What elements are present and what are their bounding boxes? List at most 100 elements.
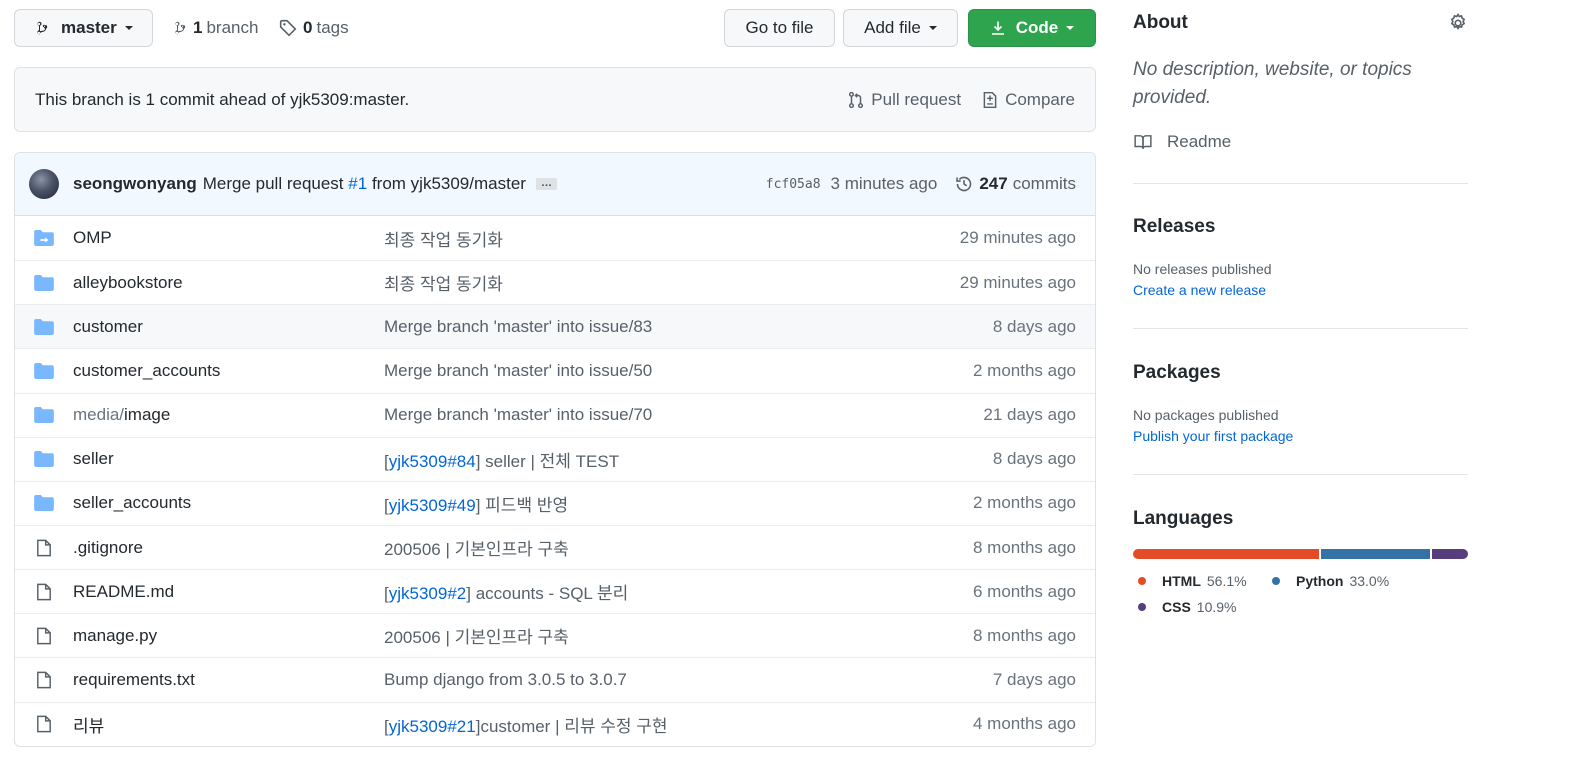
file-name-link[interactable]: alleybookstore: [73, 273, 384, 293]
commit-pr-link[interactable]: #1: [348, 174, 367, 193]
commit-age: 29 minutes ago: [959, 228, 1076, 248]
file-name: requirements.txt: [73, 669, 195, 689]
commit-message-link[interactable]: [yjk5309#49] 피드백 반영: [384, 491, 973, 516]
file-name: image: [124, 405, 171, 425]
readme-link[interactable]: Readme: [1133, 132, 1231, 152]
commit-message-link[interactable]: [yjk5309#2] accounts - SQL 분리: [384, 579, 973, 604]
tags-link[interactable]: 0 tags: [279, 18, 349, 38]
row-icon: [34, 627, 54, 645]
file-name-link[interactable]: seller_accounts: [73, 493, 384, 513]
row-icon: [34, 495, 54, 512]
file-name: .gitignore: [73, 537, 143, 557]
code-button[interactable]: Code: [968, 9, 1096, 47]
file-name: alleybookstore: [73, 272, 183, 292]
row-icon: [34, 451, 54, 468]
file-name-link[interactable]: README.md: [73, 582, 384, 602]
file-name-link[interactable]: media/image: [73, 405, 384, 425]
packages-title[interactable]: Packages: [1133, 362, 1221, 384]
commit-message-link[interactable]: [yjk5309#84] seller | 전체 TEST: [384, 447, 993, 472]
language-item[interactable]: HTML 56.1%: [1138, 573, 1247, 589]
table-row[interactable]: .gitignore 200506 | 기본인프라 구축 8 months ago: [15, 524, 1095, 569]
latest-commit-bar: seongwonyang Merge pull request #1 from …: [15, 153, 1095, 216]
commit-message-text: seller | 전체 TEST: [480, 451, 620, 471]
table-row[interactable]: media/image Merge branch 'master' into is…: [15, 392, 1095, 437]
row-icon: [34, 715, 54, 733]
row-icon: [34, 583, 54, 601]
table-row[interactable]: README.md [yjk5309#2] accounts - SQL 분리 6 …: [15, 569, 1095, 613]
file-name-link[interactable]: requirements.txt: [73, 670, 384, 690]
gear-icon[interactable]: [1448, 13, 1468, 33]
file-name-link[interactable]: customer_accounts: [73, 361, 384, 381]
commit-message-link[interactable]: 최종 작업 동기화: [384, 270, 960, 295]
caret-down-icon: [124, 26, 133, 30]
table-row[interactable]: alleybookstore 최종 작업 동기화 29 minutes ago: [15, 260, 1095, 304]
compare-link[interactable]: Compare: [981, 90, 1075, 110]
commit-message-link[interactable]: Bump django from 3.0.5 to 3.0.7: [384, 670, 993, 690]
commits-history-link[interactable]: 247 commits: [955, 174, 1076, 194]
table-row[interactable]: requirements.txt Bump django from 3.0.5 t…: [15, 657, 1095, 701]
commit-age: 21 days ago: [983, 405, 1076, 425]
table-row[interactable]: customer Merge branch 'master' into issue…: [15, 304, 1095, 349]
table-row[interactable]: customer_accounts Merge branch 'master' i…: [15, 348, 1095, 392]
pull-request-label: Pull request: [871, 89, 962, 109]
commits-count: 247: [979, 174, 1008, 193]
language-bar-segment[interactable]: [1431, 549, 1468, 559]
issue-link[interactable]: yjk5309#21: [389, 717, 476, 736]
table-row[interactable]: 리뷰 [yjk5309#21]customer | 리뷰 수정 구현 4 month…: [15, 701, 1095, 746]
branches-label: branch: [206, 18, 259, 37]
file-name-link[interactable]: .gitignore: [73, 538, 384, 558]
commit-message-link[interactable]: 최종 작업 동기화: [384, 226, 960, 251]
avatar[interactable]: [29, 169, 59, 199]
commit-author-link[interactable]: seongwonyang: [73, 174, 197, 194]
caret-down-icon: [928, 26, 937, 30]
branches-count: 1: [193, 18, 203, 37]
create-release-link[interactable]: Create a new release: [1133, 282, 1266, 298]
commit-sha-link[interactable]: fcf05a8: [766, 177, 821, 192]
commit-expand-button[interactable]: …: [535, 178, 557, 190]
commit-age: 2 months ago: [972, 493, 1076, 513]
releases-title[interactable]: Releases: [1133, 216, 1215, 238]
commit-message-link[interactable]: [yjk5309#21]customer | 리뷰 수정 구현: [384, 712, 973, 737]
table-row[interactable]: seller_accounts [yjk5309#49] 피드백 반영 2 mont…: [15, 480, 1095, 525]
file-name-link[interactable]: 리뷰: [73, 712, 384, 737]
language-bar-segment[interactable]: [1320, 549, 1430, 559]
table-row[interactable]: OMP 최종 작업 동기화 29 minutes ago: [15, 216, 1095, 260]
file-name-link[interactable]: customer: [73, 317, 384, 337]
branch-ahead-banner: This branch is 1 commit ahead of yjk5309…: [14, 67, 1096, 132]
repo-main: master 1 branch 0 tags Go to file Add fi…: [14, 0, 1096, 747]
table-row[interactable]: seller [yjk5309#84] seller | 전체 TEST 8 day…: [15, 436, 1095, 481]
commit-message-text: Bump django from 3.0.5 to 3.0.7: [384, 669, 627, 689]
commit-message-text: Merge branch 'master' into issue/50: [384, 360, 653, 380]
branch-select-button[interactable]: master: [14, 9, 153, 47]
commit-message-link[interactable]: Merge branch 'master' into issue/83: [384, 317, 993, 337]
file-name-link[interactable]: manage.py: [73, 626, 384, 646]
language-item[interactable]: Python 33.0%: [1272, 573, 1389, 589]
language-item[interactable]: CSS 10.9%: [1138, 599, 1237, 615]
pull-request-link[interactable]: Pull request: [847, 90, 961, 110]
commit-message-link[interactable]: 200506 | 기본인프라 구축: [384, 535, 973, 560]
issue-link[interactable]: yjk5309#49: [389, 496, 476, 515]
row-icon: [34, 230, 54, 247]
file-name-link[interactable]: OMP: [73, 228, 384, 248]
file-icon: [37, 715, 51, 733]
go-to-file-button[interactable]: Go to file: [724, 9, 835, 47]
row-icon: [34, 318, 54, 335]
tags-count: 0: [303, 18, 313, 37]
table-row[interactable]: manage.py 200506 | 기본인프라 구축 8 months ago: [15, 613, 1095, 657]
issue-link[interactable]: yjk5309#84: [389, 452, 476, 471]
add-file-button[interactable]: Add file: [843, 9, 958, 47]
language-percent: 56.1%: [1206, 573, 1247, 589]
branches-link[interactable]: 1 branch: [173, 18, 258, 38]
language-bar-segment[interactable]: [1133, 549, 1319, 559]
commit-message-text: Merge branch 'master' into issue/83: [384, 316, 653, 336]
language-percent: 33.0%: [1349, 573, 1390, 589]
file-name-link[interactable]: seller: [73, 449, 384, 469]
commit-message-link[interactable]: Merge branch 'master' into issue/70: [384, 405, 983, 425]
commit-message-text: 피드백 반영: [480, 495, 569, 515]
folder-icon: [34, 451, 54, 468]
commit-message-link[interactable]: 200506 | 기본인프라 구축: [384, 623, 973, 648]
language-name: Python: [1296, 573, 1344, 589]
commit-message-link[interactable]: Merge branch 'master' into issue/50: [384, 361, 973, 381]
issue-link[interactable]: yjk5309#2: [389, 584, 467, 603]
publish-package-link[interactable]: Publish your first package: [1133, 428, 1293, 444]
